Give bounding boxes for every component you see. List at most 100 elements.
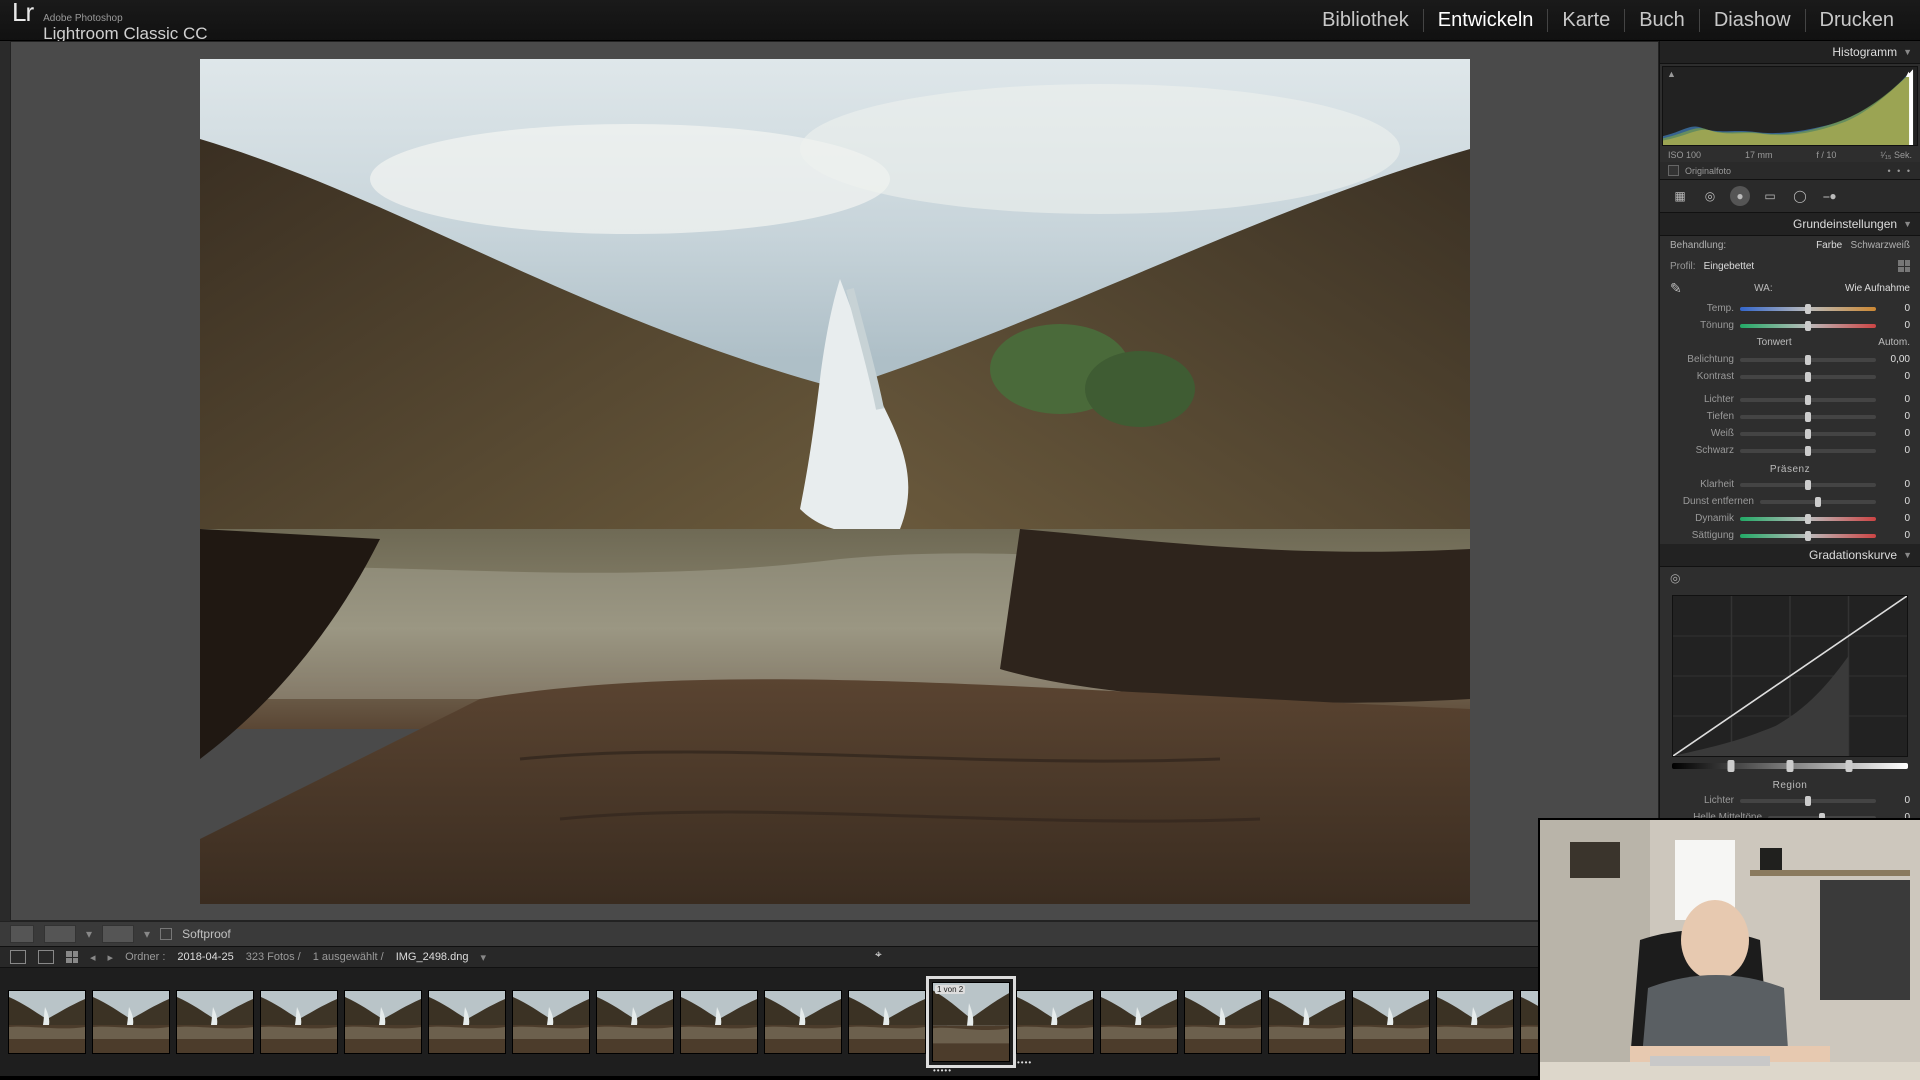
highlights-label: Lichter xyxy=(1670,394,1734,405)
brush-tool[interactable]: ⎯● xyxy=(1820,186,1840,206)
contrast-slider[interactable] xyxy=(1740,375,1876,379)
saturation-slider[interactable] xyxy=(1740,534,1876,538)
filmstrip-thumb[interactable] xyxy=(512,990,590,1054)
temp-value[interactable]: 0 xyxy=(1882,303,1910,314)
tone-header: Tonwert xyxy=(1757,337,1792,348)
chevron-down-icon[interactable]: ▾ xyxy=(86,927,92,941)
curve-target-icon[interactable]: ◎ xyxy=(1670,571,1680,585)
filmstrip-thumb[interactable] xyxy=(764,990,842,1054)
curve-header[interactable]: Gradationskurve▼ xyxy=(1660,544,1920,567)
secondary-monitor-icon[interactable] xyxy=(38,950,54,964)
clarity-value[interactable]: 0 xyxy=(1882,479,1910,490)
treatment-bw[interactable]: Schwarzweiß xyxy=(1851,240,1910,251)
filmstrip-thumb[interactable] xyxy=(1352,990,1430,1054)
exposure-value[interactable]: 0,00 xyxy=(1882,354,1910,365)
filmstrip-thumb[interactable] xyxy=(1436,990,1514,1054)
filmstrip-thumb[interactable] xyxy=(92,990,170,1054)
compare-swap-button[interactable] xyxy=(102,925,134,943)
tone-auto[interactable]: Autom. xyxy=(1878,337,1910,348)
crop-tool[interactable]: ▦ xyxy=(1670,186,1690,206)
blacks-label: Schwarz xyxy=(1670,445,1734,456)
filmstrip-thumb[interactable] xyxy=(260,990,338,1054)
histogram-title: Histogramm xyxy=(1832,45,1897,59)
module-diashow[interactable]: Diashow xyxy=(1700,9,1806,32)
filmstrip-thumb[interactable] xyxy=(1184,990,1262,1054)
chevron-down-icon[interactable]: ▾ xyxy=(144,927,150,941)
original-checkbox[interactable] xyxy=(1668,165,1679,176)
softproof-checkbox[interactable] xyxy=(160,928,172,940)
dehaze-value[interactable]: 0 xyxy=(1882,496,1910,507)
histogram-header[interactable]: Histogramm▼ xyxy=(1660,41,1920,64)
saturation-value[interactable]: 0 xyxy=(1882,530,1910,541)
primary-monitor-icon[interactable] xyxy=(10,950,26,964)
filmstrip-thumb[interactable] xyxy=(1268,990,1346,1054)
filmstrip-thumb[interactable] xyxy=(1100,990,1178,1054)
prev-arrow-icon[interactable]: ◂ xyxy=(90,951,96,964)
grid-view-icon[interactable] xyxy=(66,951,78,963)
redeye-tool[interactable]: ● xyxy=(1730,186,1750,206)
temp-slider[interactable] xyxy=(1740,307,1876,311)
left-panel-collapsed[interactable] xyxy=(0,41,10,921)
tone-curve[interactable] xyxy=(1672,595,1908,757)
treatment-label: Behandlung: xyxy=(1670,240,1726,251)
whites-slider[interactable] xyxy=(1740,432,1876,436)
basic-header[interactable]: Grundeinstellungen▼ xyxy=(1660,213,1920,236)
clarity-slider[interactable] xyxy=(1740,483,1876,487)
saturation-label: Sättigung xyxy=(1670,530,1734,541)
loupe-view-button[interactable] xyxy=(10,925,34,943)
highlights-slider[interactable] xyxy=(1740,398,1876,402)
dehaze-label: Dunst entfernen xyxy=(1670,496,1754,507)
treatment-color[interactable]: Farbe xyxy=(1816,240,1842,251)
module-buch[interactable]: Buch xyxy=(1625,9,1700,32)
filmstrip-thumb[interactable] xyxy=(596,990,674,1054)
profile-value[interactable]: Eingebettet xyxy=(1704,261,1755,272)
rating-dots: •••• xyxy=(1017,1058,1032,1067)
curve-highlights-value[interactable]: 0 xyxy=(1882,795,1910,806)
shadows-slider[interactable] xyxy=(1740,415,1876,419)
filmstrip-thumb[interactable] xyxy=(428,990,506,1054)
tint-slider[interactable] xyxy=(1740,324,1876,328)
curve-range-slider[interactable] xyxy=(1672,763,1908,769)
gradient-tool[interactable]: ▭ xyxy=(1760,186,1780,206)
module-entwickeln[interactable]: Entwickeln xyxy=(1424,9,1549,32)
module-bibliothek[interactable]: Bibliothek xyxy=(1308,9,1424,32)
module-karte[interactable]: Karte xyxy=(1548,9,1625,32)
blacks-value[interactable]: 0 xyxy=(1882,445,1910,456)
module-drucken[interactable]: Drucken xyxy=(1806,9,1908,32)
highlight-clip-icon[interactable]: ▲ xyxy=(1904,69,1913,79)
shadows-value[interactable]: 0 xyxy=(1882,411,1910,422)
filmstrip-thumb[interactable]: 1 von 2••••• xyxy=(932,982,1010,1062)
curve-highlights-slider[interactable] xyxy=(1740,799,1876,803)
filmstrip-thumb[interactable] xyxy=(8,990,86,1054)
blacks-slider[interactable] xyxy=(1740,449,1876,453)
filename-dropdown-icon[interactable]: ▾ xyxy=(480,951,486,964)
shadow-clip-icon[interactable]: ▲ xyxy=(1667,69,1676,79)
wb-dropdown[interactable]: Wie Aufnahme xyxy=(1845,283,1910,294)
next-arrow-icon[interactable]: ▸ xyxy=(108,951,114,964)
filmstrip-thumb[interactable] xyxy=(848,990,926,1054)
folder-date[interactable]: 2018-04-25 xyxy=(177,951,233,963)
dehaze-slider[interactable] xyxy=(1760,500,1876,504)
vibrance-slider[interactable] xyxy=(1740,517,1876,521)
spot-tool[interactable]: ◎ xyxy=(1700,186,1720,206)
image-viewer[interactable]: ⌖ xyxy=(10,41,1659,921)
whites-value[interactable]: 0 xyxy=(1882,428,1910,439)
exposure-slider[interactable] xyxy=(1740,358,1876,362)
contrast-value[interactable]: 0 xyxy=(1882,371,1910,382)
vibrance-value[interactable]: 0 xyxy=(1882,513,1910,524)
profile-browser-icon[interactable] xyxy=(1898,260,1910,272)
histogram[interactable]: ▲ ▲ xyxy=(1662,66,1918,146)
highlights-value[interactable]: 0 xyxy=(1882,394,1910,405)
filmstrip-thumb[interactable] xyxy=(176,990,254,1054)
filmstrip-thumb[interactable]: •••• xyxy=(1016,990,1094,1054)
filmstrip-thumb[interactable] xyxy=(680,990,758,1054)
more-icon[interactable]: • • • xyxy=(1888,166,1912,176)
filename[interactable]: IMG_2498.dng xyxy=(396,951,469,963)
original-photo-row[interactable]: Originalfoto • • • xyxy=(1660,162,1920,179)
radial-tool[interactable]: ◯ xyxy=(1790,186,1810,206)
before-after-button[interactable] xyxy=(44,925,76,943)
tint-label: Tönung xyxy=(1670,320,1734,331)
tint-value[interactable]: 0 xyxy=(1882,320,1910,331)
filmstrip-thumb[interactable] xyxy=(344,990,422,1054)
wb-picker-icon[interactable]: ✎ xyxy=(1670,280,1682,297)
